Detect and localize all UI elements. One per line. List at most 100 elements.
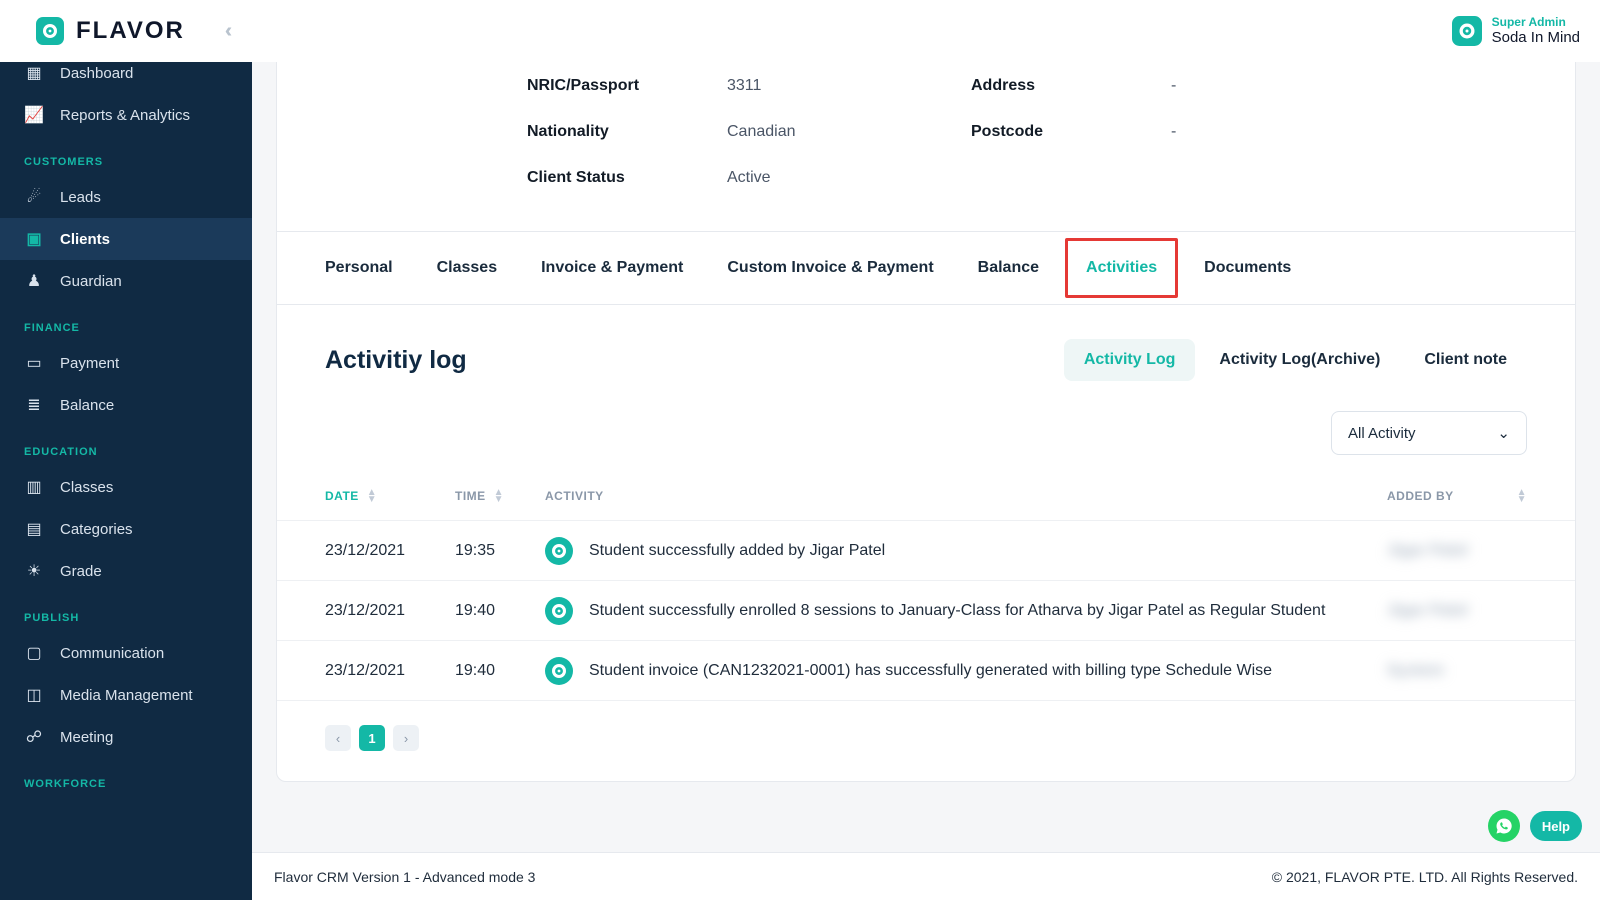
filter-value: All Activity [1348,425,1416,442]
sidebar-item-label: Clients [60,231,110,248]
client-card: NRIC/Passport3311 NationalityCanadian Cl… [276,62,1576,782]
page-1-button[interactable]: 1 [359,725,385,751]
sidebar: ▦ Dashboard 📈 Reports & Analytics CUSTOM… [0,62,252,900]
cell-date: 23/12/2021 [325,542,455,560]
table-header: DATE▲▼ TIME▲▼ ACTIVITY ADDED BY▲▼ [277,471,1575,521]
col-activity: ACTIVITY [545,489,1387,503]
tab-invoice-payment[interactable]: Invoice & Payment [541,241,683,295]
detail-label: NRIC/Passport [527,77,727,95]
detail-value: - [1171,77,1176,95]
cell-date: 23/12/2021 [325,662,455,680]
sidebar-item-meeting[interactable]: ☍ Meeting [0,716,252,758]
cell-activity: Student successfully enrolled 8 sessions… [545,597,1387,625]
sidebar-collapse-icon[interactable]: ‹‹ [225,20,226,43]
activity-subtabs: Activity Log Activity Log(Archive) Clien… [1064,339,1527,381]
sidebar-item-communication[interactable]: ▢ Communication [0,632,252,674]
tab-activities[interactable]: Activities [1065,238,1178,298]
tab-classes[interactable]: Classes [437,241,498,295]
detail-label: Postcode [971,123,1171,141]
antenna-icon: ☍ [24,727,44,747]
sidebar-item-clients[interactable]: ▣ Clients [0,218,252,260]
help-button[interactable]: Help [1530,811,1582,841]
tab-custom-invoice[interactable]: Custom Invoice & Payment [727,241,933,295]
filter-row: All Activity ⌄ [277,391,1575,465]
whatsapp-icon [1495,817,1513,835]
dashboard-icon: ▦ [24,63,44,83]
section-title: Activitiy log [325,346,467,375]
tab-balance[interactable]: Balance [978,241,1039,295]
col-time[interactable]: TIME▲▼ [455,489,545,503]
sidebar-item-label: Communication [60,645,164,662]
tab-documents[interactable]: Documents [1204,241,1291,295]
subtab-activity-archive[interactable]: Activity Log(Archive) [1199,339,1400,381]
client-details: NRIC/Passport3311 NationalityCanadian Cl… [277,63,1575,231]
current-user[interactable]: Super Admin Soda In Mind [1452,15,1580,47]
detail-label: Address [971,77,1171,95]
main: NRIC/Passport3311 NationalityCanadian Cl… [252,62,1600,852]
detail-label: Nationality [527,123,727,141]
brand-name: FLAVOR [76,17,185,45]
sidebar-item-label: Balance [60,397,114,414]
detail-col-left: NRIC/Passport3311 NationalityCanadian Cl… [527,63,881,201]
sidebar-item-dashboard[interactable]: ▦ Dashboard [0,62,252,94]
activity-icon [545,537,573,565]
col-added-by[interactable]: ADDED BY▲▼ [1387,489,1527,503]
page-prev-button[interactable]: ‹ [325,725,351,751]
tabbar: Personal Classes Invoice & Payment Custo… [277,231,1575,305]
subtab-client-note[interactable]: Client note [1404,339,1527,381]
sidebar-item-label: Categories [60,521,133,538]
activity-text: Student successfully enrolled 8 sessions… [589,602,1325,620]
activity-header: Activitiy log Activity Log Activity Log(… [277,305,1575,391]
sidebar-item-classes[interactable]: ▥ Classes [0,466,252,508]
brand-logo-icon [36,17,64,45]
cell-date: 23/12/2021 [325,602,455,620]
table-row: 23/12/2021 19:40 Student invoice (CAN123… [277,641,1575,701]
page-next-button[interactable]: › [393,725,419,751]
detail-value: Canadian [727,123,796,141]
sidebar-item-grade[interactable]: ☀ Grade [0,550,252,592]
card-icon: ▭ [24,353,44,373]
pagination: ‹ 1 › [277,701,1575,781]
cell-activity: Student successfully added by Jigar Pate… [545,537,1387,565]
whatsapp-button[interactable] [1488,810,1520,842]
sort-icon: ▲▼ [367,489,377,503]
sidebar-item-media[interactable]: ◫ Media Management [0,674,252,716]
sidebar-item-label: Meeting [60,729,113,746]
floating-actions: Help [1488,810,1582,842]
user-role: Super Admin [1492,15,1580,29]
folders-icon: ▤ [24,519,44,539]
activity-filter-select[interactable]: All Activity ⌄ [1331,411,1527,455]
col-date[interactable]: DATE▲▼ [325,489,455,503]
chat-icon: ▢ [24,643,44,663]
detail-col-right: Address- Postcode- [971,63,1325,201]
cell-time: 19:40 [455,602,545,620]
footer-copyright: © 2021, FLAVOR PTE. LTD. All Rights Rese… [1272,869,1578,885]
brand: FLAVOR ‹‹ [36,17,226,45]
sidebar-item-reports[interactable]: 📈 Reports & Analytics [0,94,252,136]
cell-added-by: Jigar Patel [1387,602,1527,620]
person-card-icon: ▣ [24,229,44,249]
help-label: Help [1542,819,1570,834]
cell-time: 19:35 [455,542,545,560]
cell-activity: Student invoice (CAN1232021-0001) has su… [545,657,1387,685]
tab-personal[interactable]: Personal [325,241,393,295]
image-icon: ◫ [24,685,44,705]
sidebar-section-workforce: WORKFORCE [0,758,252,798]
sidebar-item-payment[interactable]: ▭ Payment [0,342,252,384]
sidebar-item-categories[interactable]: ▤ Categories [0,508,252,550]
sidebar-item-leads[interactable]: ☄ Leads [0,176,252,218]
sidebar-item-guardian[interactable]: ♟ Guardian [0,260,252,302]
activity-icon [545,597,573,625]
chart-icon: 📈 [24,105,44,125]
sidebar-section-publish: PUBLISH [0,592,252,632]
user-shield-icon: ♟ [24,271,44,291]
subtab-activity-log[interactable]: Activity Log [1064,339,1196,381]
user-meta: Super Admin Soda In Mind [1492,15,1580,47]
detail-label: Client Status [527,169,727,187]
sidebar-section-finance: FINANCE [0,302,252,342]
table-row: 23/12/2021 19:40 Student successfully en… [277,581,1575,641]
sidebar-item-label: Payment [60,355,119,372]
footer-version: Flavor CRM Version 1 - Advanced mode 3 [274,869,535,885]
table-row: 23/12/2021 19:35 Student successfully ad… [277,521,1575,581]
sidebar-item-balance[interactable]: ≣ Balance [0,384,252,426]
